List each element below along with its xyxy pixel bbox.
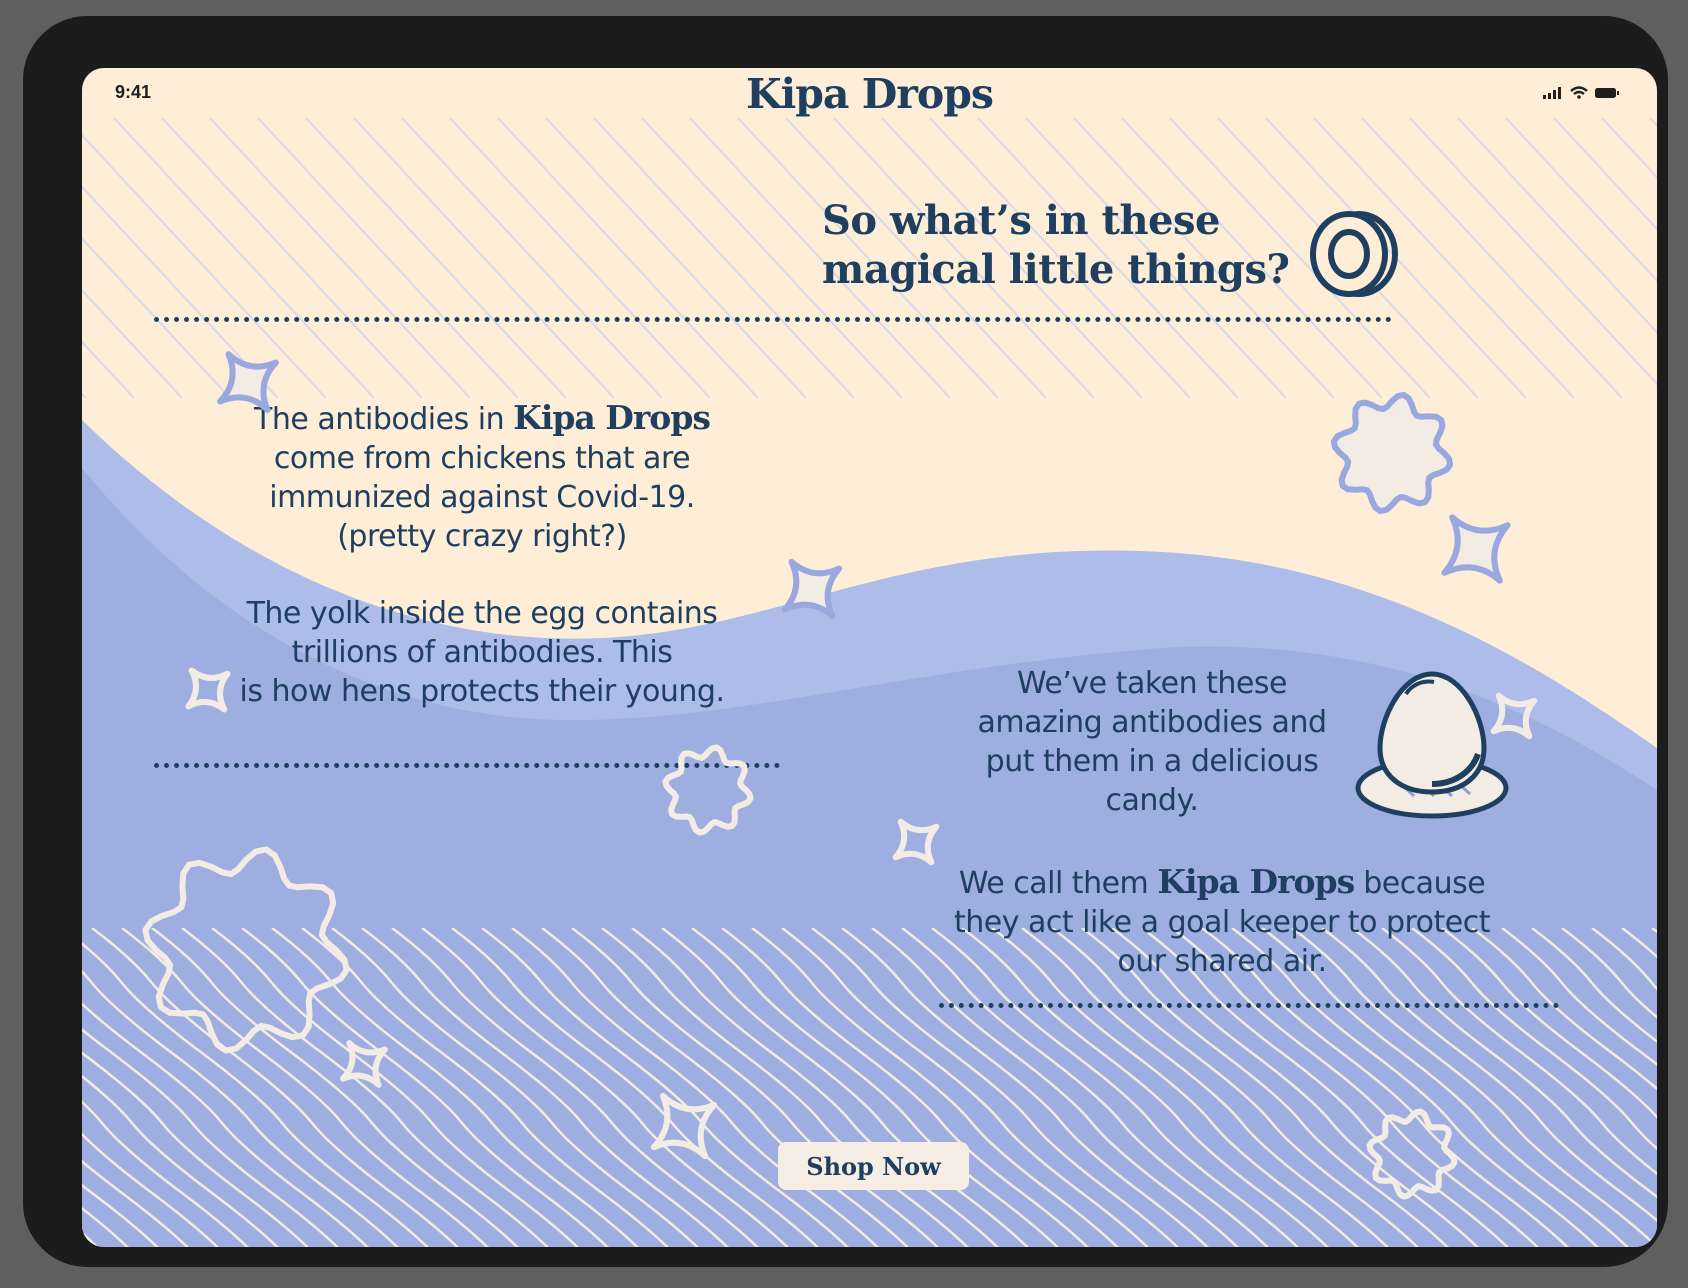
wavy-blob-icon — [142, 846, 350, 1054]
shop-now-button[interactable]: Shop Now — [778, 1142, 969, 1190]
device-bezel: 9:41 Kipa Drops So what’s in these magic… — [23, 16, 1668, 1267]
app-screen: 9:41 Kipa Drops So what’s in these magic… — [82, 68, 1657, 1247]
decorations — [142, 351, 1538, 1200]
wavy-blob-icon — [1366, 1108, 1458, 1200]
sparkle-star-icon — [185, 667, 231, 713]
sparkle-star-icon — [650, 1092, 718, 1160]
sparkle-star-icon — [1490, 692, 1538, 740]
sparkle-star-icon — [781, 558, 843, 620]
sparkle-star-icon — [1441, 514, 1511, 584]
sparkle-star-icon — [217, 351, 279, 413]
sparkle-star-icon — [340, 1040, 388, 1088]
sparkle-star-icon — [892, 818, 940, 866]
wavy-blob-icon — [1330, 391, 1454, 515]
wavy-blob-icon — [662, 744, 754, 836]
